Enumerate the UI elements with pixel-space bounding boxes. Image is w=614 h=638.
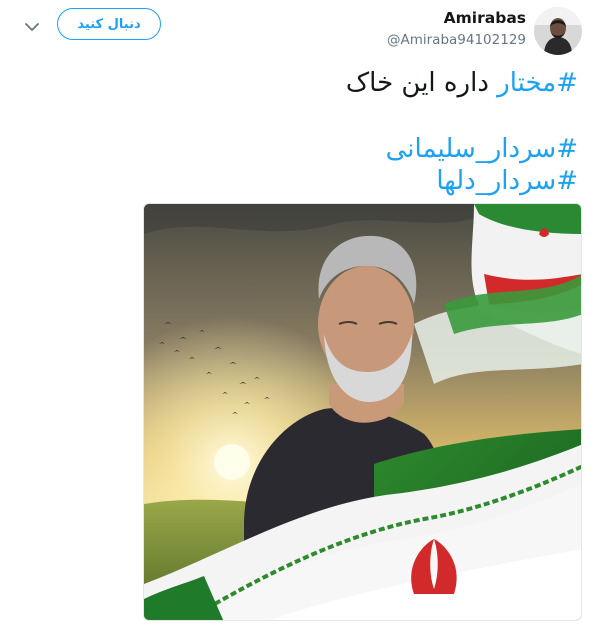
tweet-media-image[interactable] (143, 203, 582, 621)
avatar[interactable] (534, 7, 582, 55)
tweet-card: دنبال کنید Amirabas @Amiraba94102129 #مخ… (0, 0, 614, 638)
hashtag-link[interactable]: #سردار_دلها (436, 166, 578, 196)
tweet-text-line-2: #سردار_سلیمانی (38, 132, 578, 166)
tweet-text: داره این خاک (345, 68, 498, 98)
user-handle[interactable]: @Amiraba94102129 (387, 31, 526, 49)
hashtag-link[interactable]: #سردار_سلیمانی (386, 134, 578, 164)
follow-button[interactable]: دنبال کنید (57, 8, 161, 40)
author-info[interactable]: Amirabas @Amiraba94102129 (387, 8, 526, 49)
tweet-text-line-1: #مختار داره این خاک (38, 66, 578, 100)
hashtag-link[interactable]: #مختار (497, 68, 578, 98)
chevron-down-icon (25, 17, 39, 36)
tweet-text-line-3: #سردار_دلها (38, 164, 578, 198)
display-name[interactable]: Amirabas (387, 8, 526, 28)
tweet-menu-button[interactable] (18, 14, 46, 38)
